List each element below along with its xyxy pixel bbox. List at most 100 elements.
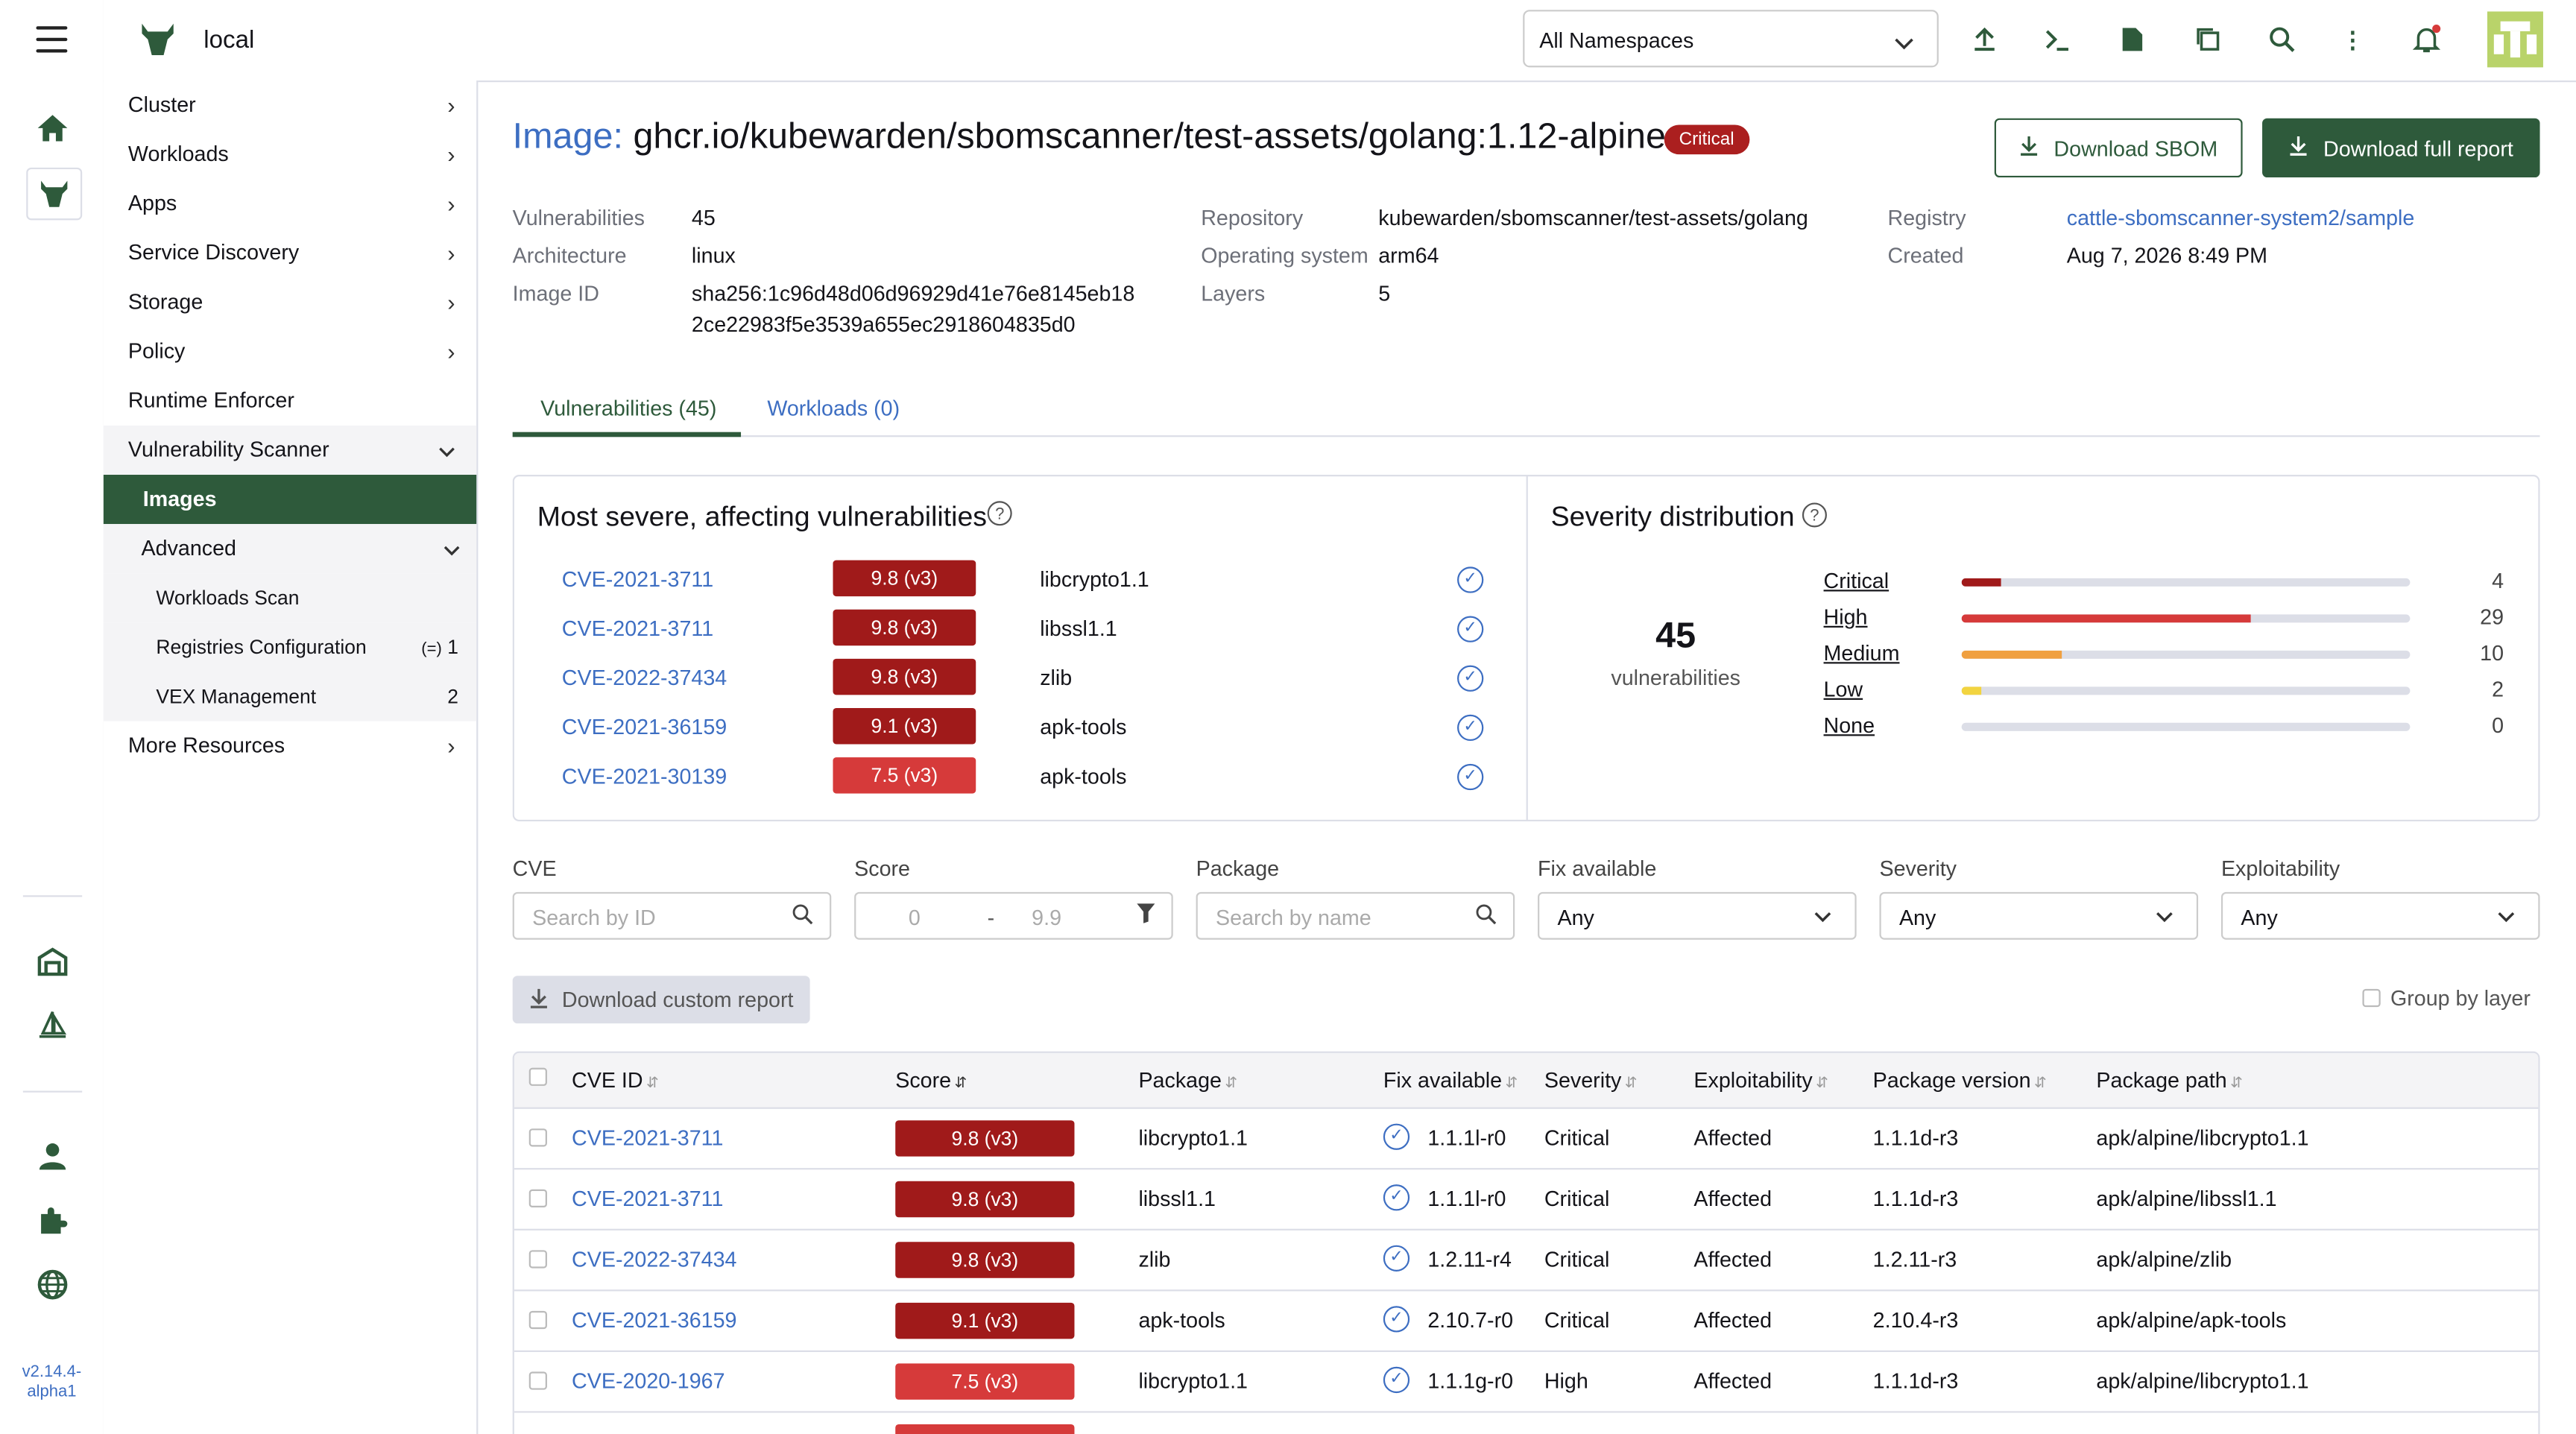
score-badge: 9.8 (v3) (833, 609, 976, 646)
group-by-layer-checkbox[interactable] (2362, 988, 2381, 1008)
tab-vulnerabilities[interactable]: Vulnerabilities (45) (540, 396, 716, 420)
cve-link[interactable]: CVE-2022-37434 (572, 1247, 736, 1272)
severity-select[interactable]: Any (1879, 891, 2199, 940)
cve-link[interactable]: CVE-2020-1967 (572, 1368, 724, 1393)
severity-level-link[interactable]: High (1824, 604, 1868, 629)
sidebar-item-images[interactable]: Images (103, 474, 477, 525)
download-full-report-button[interactable]: Download full report (2262, 118, 2540, 178)
score-min[interactable]: 0 (909, 905, 921, 929)
fix-available-check-icon: ✓ (1457, 616, 1484, 642)
exploitability-cell: Affected (1693, 1307, 1772, 1333)
severity-level-link[interactable]: None (1824, 713, 1875, 738)
row-checkbox[interactable] (528, 1128, 547, 1147)
cve-link[interactable]: CVE-2021-3711 (562, 566, 713, 591)
severity-bar-fill (1961, 686, 1982, 695)
package-cell: zlib (1138, 1246, 1171, 1272)
file-icon[interactable] (2116, 23, 2149, 56)
cluster-icon[interactable] (26, 167, 83, 221)
sidebar-item-workloads-scan[interactable]: Workloads Scan (103, 573, 477, 623)
fix-available-select[interactable]: Any (1538, 891, 1857, 940)
row-checkbox[interactable] (528, 1189, 547, 1208)
version-label[interactable]: v2.14.4-alpha1 (0, 1363, 104, 1403)
terminal-icon[interactable] (2040, 23, 2073, 56)
user-icon[interactable] (26, 1132, 79, 1181)
cve-link[interactable]: CVE-2021-3711 (562, 616, 713, 641)
sidebar-item-runtime-enforcer[interactable]: Runtime Enforcer (104, 376, 476, 426)
package-search-input[interactable]: Search by name (1196, 891, 1515, 940)
group-by-layer-toggle[interactable]: Group by layer (2362, 985, 2531, 1011)
column-header-severity[interactable]: Severity ⇵ (1544, 1068, 1638, 1093)
more-icon[interactable]: ⋮ (2336, 23, 2369, 56)
row-checkbox[interactable] (528, 1310, 547, 1330)
globe-icon[interactable] (26, 1260, 79, 1310)
column-header-exploitability[interactable]: Exploitability ⇵ (1693, 1068, 1828, 1093)
sidebar-item-policy[interactable]: Policy › (104, 327, 476, 376)
filter-icon[interactable] (1137, 903, 1155, 928)
severity-level-link[interactable]: Critical (1824, 569, 1890, 593)
download-sbom-button[interactable]: Download SBOM (1994, 118, 2243, 178)
row-checkbox[interactable] (528, 1250, 547, 1269)
table-row[interactable]: CVE-2021-36159 9.1 (v3) apk-tools ✓ 2.10.7-r… (514, 1289, 2539, 1352)
cve-link[interactable]: CVE-2021-30139 (562, 764, 727, 789)
column-header-package-version[interactable]: Package version ⇵ (1873, 1068, 2047, 1093)
sidebar-item-vex-management[interactable]: VEX Management 2 (103, 672, 477, 721)
search-icon[interactable] (2265, 23, 2298, 56)
cve-link[interactable]: CVE-2021-36159 (572, 1307, 736, 1332)
sidebar-item-storage[interactable]: Storage › (104, 277, 476, 326)
help-icon[interactable]: ? (987, 501, 1012, 526)
tab-workloads[interactable]: Workloads (0) (767, 396, 900, 420)
sidebar-item-workloads[interactable]: Workloads › (104, 130, 476, 179)
package-cell: apk-tools (1138, 1307, 1225, 1333)
select-all-checkbox[interactable] (528, 1067, 547, 1086)
sidebar-item-registries-configuration[interactable]: Registries Configuration (=) 1 (103, 622, 477, 672)
table-row[interactable]: CVE-2022-37434 9.8 (v3) zlib ✓ 1.2.11-r4 Crit… (514, 1229, 2539, 1292)
table-row[interactable]: CVE-2021-3711 9.8 (v3) libcrypto1.1 ✓ 1.1.1l… (514, 1108, 2539, 1170)
severity-bar-track (1961, 722, 2411, 731)
table-row[interactable]: CVE-2020-1967 7.5 (v3) libcrypto1.1 ✓ 1.1.1g… (514, 1351, 2539, 1413)
severity-level-link[interactable]: Low (1824, 677, 1863, 701)
row-checkbox[interactable] (528, 1371, 547, 1390)
cve-link[interactable]: CVE-2021-36159 (562, 715, 727, 739)
extensions-icon[interactable] (26, 1196, 79, 1245)
sidebar-item-advanced[interactable]: Advanced (103, 524, 477, 574)
fleet-icon[interactable] (26, 936, 79, 985)
column-header-score[interactable]: Score ⇵ (895, 1068, 967, 1093)
sidebar-item-vulnerability-scanner[interactable]: Vulnerability Scanner (103, 425, 477, 475)
table-row[interactable]: CVE-2021-3711 9.8 (v3) libssl1.1 ✓ 1.1.1l-r0… (514, 1168, 2539, 1231)
sidebar-item-more-resources[interactable]: More Resources › (104, 721, 476, 771)
severity-count: 10 (2480, 640, 2504, 666)
score-max[interactable]: 9.9 (1032, 905, 1061, 929)
meta-key: Architecture (512, 243, 627, 268)
help-icon[interactable]: ? (1802, 502, 1827, 528)
sail-icon[interactable] (26, 1000, 79, 1049)
score-range-input[interactable]: 0 - 9.9 (854, 891, 1173, 940)
severity-level-link[interactable]: Medium (1824, 641, 1900, 666)
copy-icon[interactable] (2191, 23, 2224, 56)
cve-link[interactable]: CVE-2021-3711 (572, 1186, 723, 1210)
namespace-select[interactable]: All Namespaces (1523, 10, 1939, 68)
column-header-package[interactable]: Package ⇵ (1138, 1068, 1237, 1093)
menu-icon[interactable] (36, 26, 68, 53)
cve-link[interactable]: CVE-2021-3711 (572, 1125, 723, 1150)
upload-icon[interactable] (1969, 23, 2001, 56)
chevron-right-icon: › (447, 239, 455, 267)
bell-icon[interactable] (2410, 23, 2443, 56)
exploitability-select[interactable]: Any (2220, 891, 2540, 940)
column-header-cve-id[interactable]: CVE ID ⇵ (572, 1068, 659, 1093)
column-header-label: Fix available (1383, 1067, 1503, 1093)
cve-search-input[interactable]: Search by ID (512, 891, 832, 940)
avatar[interactable] (2487, 11, 2543, 68)
home-icon[interactable] (26, 104, 79, 153)
registry-link[interactable]: cattle-sbomscanner-system2/sample (2067, 206, 2415, 230)
download-custom-report-button[interactable]: Download custom report (512, 976, 810, 1024)
package-search-placeholder: Search by name (1216, 905, 1371, 930)
cve-link[interactable]: CVE-2022-37434 (562, 666, 727, 690)
severity-bar-track (1961, 614, 2411, 623)
sidebar-item-cluster[interactable]: Cluster › (104, 80, 476, 130)
column-header-package-path[interactable]: Package path ⇵ (2096, 1068, 2242, 1093)
severe-vuln-row: CVE-2021-30139 7.5 (v3) apk-tools ✓ (537, 754, 1490, 803)
sidebar-item-apps[interactable]: Apps › (104, 179, 476, 228)
table-row-partial (514, 1411, 2538, 1434)
sidebar-item-service-discovery[interactable]: Service Discovery › (104, 228, 476, 277)
column-header-fix-available[interactable]: Fix available ⇵ (1383, 1068, 1518, 1093)
